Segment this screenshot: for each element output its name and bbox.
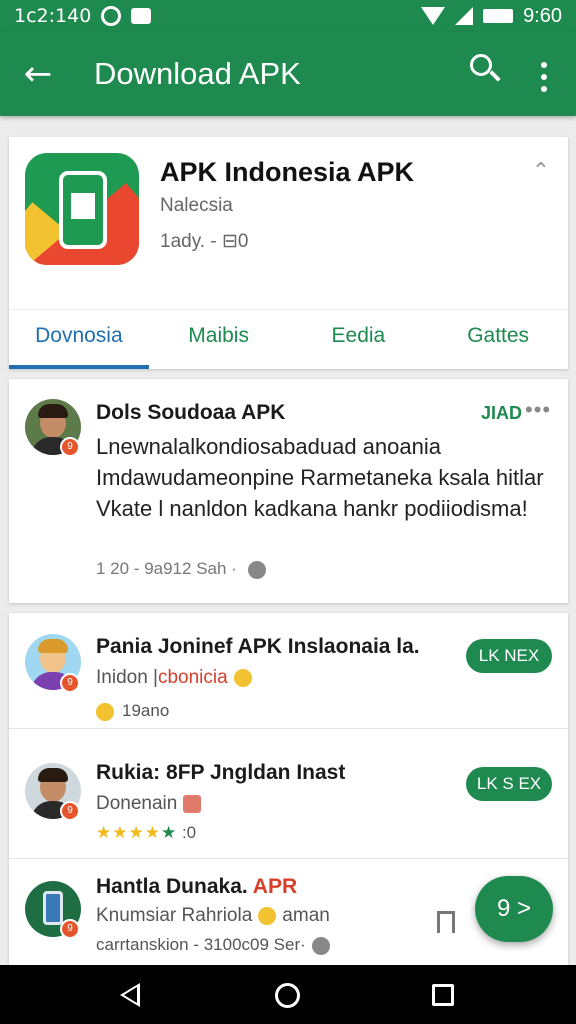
list-item[interactable]: 9 Rukia: 8FP Jngldan Inast Donenain ★★★★…	[9, 743, 568, 859]
list-item[interactable]: 9 Pania Joninef APK Inslaonaia la. Inido…	[9, 613, 568, 729]
post-body: Lnewnalalkondiosabaduad anoania Imdawuda…	[96, 434, 544, 521]
badge-icon: 9	[60, 919, 80, 939]
list-item-subtitle: Knumsiar Rahriola aman	[96, 905, 330, 927]
app-header-card: APK Indonesia APK Nalecsia 1ady. - ⊟0 ⌃ …	[9, 137, 568, 369]
page-title: Download APK	[94, 56, 301, 91]
rating-stars: ★★★★★	[96, 823, 178, 842]
post-meta: 1 20 - 9a912 Sah ·	[96, 559, 266, 579]
list-item-subtitle-b: cbonicia	[157, 667, 228, 688]
list-item-meta: ★★★★★ :0	[96, 823, 196, 843]
back-arrow-icon[interactable]: ←	[0, 54, 76, 94]
list-item-subtitle-a: Donenain	[96, 793, 178, 814]
badge-icon: 9	[60, 801, 80, 821]
app-bar: ← Download APK	[0, 32, 576, 116]
list-item-subtitle-a: Inidon |	[96, 667, 158, 688]
post-author: Dols Soudoaa APK	[96, 401, 286, 424]
nav-home-icon[interactable]	[275, 983, 300, 1008]
post-tag: JIAD	[481, 403, 523, 423]
nav-recents-icon[interactable]	[432, 984, 454, 1006]
tab-1[interactable]: Dovnosia	[9, 310, 149, 369]
status-time: 1c2:140	[14, 5, 92, 27]
badge-icon: 9	[60, 673, 80, 693]
post-meta-text: 1 20 - 9a912 Sah ·	[96, 559, 237, 578]
globe-icon	[247, 560, 266, 579]
app-icon	[25, 153, 139, 265]
rating-value: :0	[181, 823, 197, 842]
sync-icon	[101, 6, 122, 26]
badge-icon: 9	[60, 437, 80, 457]
post-more-icon[interactable]: •••	[525, 397, 551, 423]
floating-action-button[interactable]: 9 >	[475, 876, 553, 942]
list-item-subtitle-a: Knumsiar Rahriola	[96, 905, 253, 926]
tab-bar: Dovnosia Maibis Eedia Gattes	[9, 309, 568, 369]
battery-icon	[483, 9, 514, 23]
app-meta: 1ady. - ⊟0	[160, 231, 249, 252]
list-item-title: Rukia: 8FP Jngldan Inast	[96, 761, 346, 784]
globe-icon	[311, 936, 330, 955]
app-title: APK Indonesia APK	[160, 157, 415, 187]
list-item-meta-text: 19ano	[122, 701, 170, 720]
emoji-icon	[96, 702, 114, 721]
tab-4[interactable]: Gattes	[428, 310, 568, 369]
list-item-title: Hantla Dunaka. APR	[96, 875, 297, 899]
list-item-meta-text: carrtanskion - 3100c09 Ser·	[96, 935, 306, 954]
tab-3[interactable]: Eedia	[289, 310, 429, 369]
install-button[interactable]: LK NEX	[466, 639, 552, 673]
message-icon	[131, 8, 152, 24]
signal-icon	[455, 7, 474, 25]
list-item-title: Pania Joninef APK Inslaonaia la.	[96, 635, 420, 658]
post-card: 9 Dols Soudoaa APK JIAD ••• Lnewnalalkon…	[9, 379, 568, 603]
image-icon	[183, 794, 202, 813]
chevron-up-icon[interactable]: ⌃	[532, 159, 550, 184]
list-item-meta: 19ano	[96, 701, 169, 721]
status-clock: 9:60	[523, 4, 562, 27]
system-nav-bar	[0, 965, 576, 1024]
list-item-title-highlight: APR	[252, 875, 298, 898]
wifi-icon	[421, 7, 446, 25]
status-bar: 1c2:140 9:60	[0, 0, 576, 32]
list-item-subtitle: Donenain	[96, 793, 202, 815]
list-item-subtitle: Inidon |cbonicia	[96, 667, 252, 689]
list-item-subtitle-b: aman	[282, 905, 330, 926]
install-button[interactable]: LK S EX	[466, 767, 552, 801]
list-item-meta: carrtanskion - 3100c09 Ser·	[96, 935, 330, 955]
nav-back-icon[interactable]	[120, 983, 140, 1007]
app-subtitle: Nalecsia	[160, 195, 233, 216]
search-icon[interactable]	[470, 54, 501, 84]
tab-2[interactable]: Maibis	[149, 310, 289, 369]
emoji-icon	[233, 668, 252, 687]
list-item-title-text: Hantla Dunaka.	[96, 875, 248, 898]
bookmark-icon[interactable]	[437, 911, 455, 933]
emoji-icon	[258, 906, 277, 925]
more-options-icon[interactable]	[538, 62, 550, 92]
